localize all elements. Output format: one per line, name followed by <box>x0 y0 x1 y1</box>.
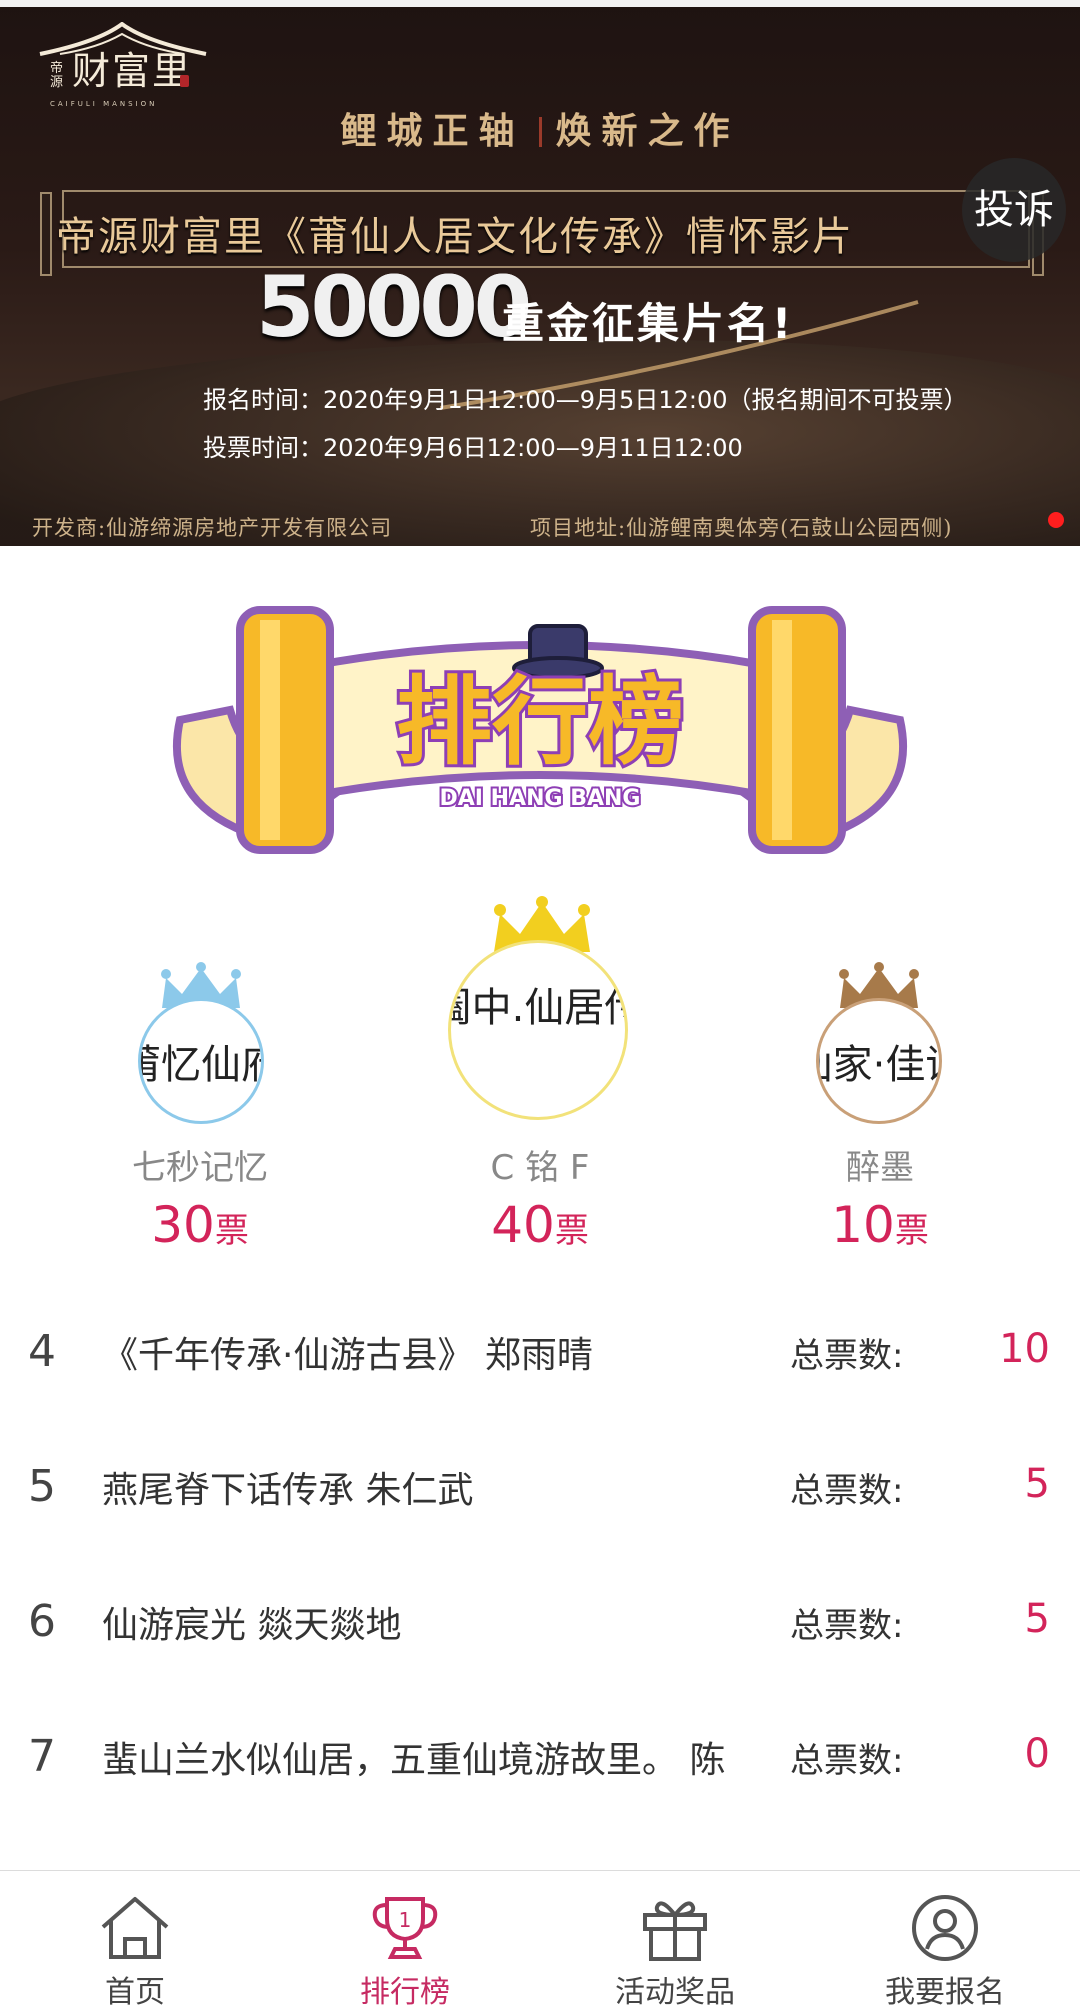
list-vote-count: 5 <box>1024 1461 1050 1507</box>
tab-ranking[interactable]: 1 排行榜 <box>270 1871 540 2009</box>
trophy-icon: 1 <box>372 1897 438 1959</box>
list-title: 《千年传承·仙游古县》 郑雨晴 <box>102 1335 593 1376</box>
list-item[interactable]: 6 仙游宸光 燚天燚地 总票数: 5 <box>0 1560 1080 1694</box>
complaint-button[interactable]: 投诉 <box>962 158 1066 262</box>
list-rank: 5 <box>28 1461 56 1512</box>
vote-time: 投票时间：2020年9月6日12:00—9月11日12:00 <box>203 434 743 462</box>
tab-signup-label: 我要报名 <box>885 1975 1005 2009</box>
signup-time: 报名时间：2020年9月1日12:00—9月5日12:00（报名期间不可投票） <box>203 386 968 414</box>
podium-votes-1: 40票 <box>491 1196 589 1254</box>
notification-dot <box>1048 512 1064 528</box>
prize-amount: 50000 <box>256 258 532 356</box>
slogan-left: 鲤城正轴 <box>340 110 525 152</box>
status-strip <box>0 0 1080 7</box>
tab-signup[interactable]: 我要报名 <box>810 1871 1080 2009</box>
list-vote-label: 总票数: <box>788 1598 904 1647</box>
address-text: 项目地址:仙游鲤南奥体旁(石鼓山公园西侧) <box>530 516 953 540</box>
list-title: 蜚山兰水似仙居，五重仙境游故里。 陈 <box>102 1740 726 1781</box>
tab-ranking-label: 排行榜 <box>360 1975 450 2009</box>
list-vote-count: 10 <box>999 1326 1050 1372</box>
tab-prizes-label: 活动奖品 <box>615 1975 735 2009</box>
svg-text:1: 1 <box>399 1908 412 1932</box>
ranking-banner-art: 排行榜 DAI HANG BANG <box>172 606 908 854</box>
tab-home[interactable]: 首页 <box>0 1871 270 2009</box>
list-title: 燕尾脊下话传承 朱仁武 <box>102 1470 474 1511</box>
list-vote-count: 0 <box>1024 1731 1050 1777</box>
podium-name-1: C 铭 F <box>490 1148 590 1188</box>
list-rank: 4 <box>28 1326 56 1377</box>
list-item[interactable]: 7 蜚山兰水似仙居，五重仙境游故里。 陈 总票数: 0 <box>0 1695 1080 1829</box>
slogan-right: 焕新之作 <box>555 110 740 152</box>
developer-text: 开发商:仙游缔源房地产开发有限公司 <box>32 516 393 540</box>
podium-name-3: 醉墨 <box>846 1148 914 1188</box>
list-vote-label: 总票数: <box>788 1328 904 1377</box>
prize-text: 重金征集片名! <box>502 299 795 348</box>
slogan-divider <box>538 117 542 147</box>
tab-home-label: 首页 <box>105 1975 165 2009</box>
logo-seal <box>180 75 189 87</box>
list-vote-label: 总票数: <box>788 1463 904 1512</box>
avatar-rank-3[interactable]: 仙家·佳话 <box>816 998 942 1124</box>
logo-text: 财富里 <box>72 49 193 93</box>
avatar-rank-2[interactable]: 莆忆仙府 <box>138 998 264 1124</box>
podium-votes-2: 30票 <box>151 1196 249 1254</box>
banner-title: 帝源财富里《莆仙人居文化传承》情怀影片 <box>56 214 854 260</box>
list-title: 仙游宸光 燚天燚地 <box>102 1605 402 1646</box>
list-vote-count: 5 <box>1024 1596 1050 1642</box>
event-banner: 帝源 财富里 CAIFULI MANSION 鲤城正轴 焕新之作 帝源财富里《莆仙… <box>0 0 1080 546</box>
list-rank: 6 <box>28 1596 56 1647</box>
logo-small-text: 帝源 <box>50 61 64 90</box>
gift-icon <box>643 1901 707 1961</box>
list-rank: 7 <box>28 1731 56 1782</box>
list-item[interactable]: 4 《千年传承·仙游古县》 郑雨晴 总票数: 10 <box>0 1290 1080 1424</box>
tab-prizes[interactable]: 活动奖品 <box>540 1871 810 2009</box>
ranking-art-title: 排行榜 <box>396 666 684 778</box>
bottom-tab-bar: 首页 1 排行榜 活动奖品 我要报名 <box>0 1870 1080 2009</box>
user-icon <box>912 1895 978 1961</box>
ranking-art-subtitle: DAI HANG BANG <box>440 786 641 811</box>
banner-slogan: 鲤城正轴 焕新之作 <box>0 102 1080 154</box>
podium-name-2: 七秒记忆 <box>132 1148 268 1188</box>
podium-votes-3: 10票 <box>831 1196 929 1254</box>
list-vote-label: 总票数: <box>788 1733 904 1782</box>
avatar-rank-1[interactable]: 阖中.仙居传 <box>448 940 628 1120</box>
home-icon <box>101 1897 169 1959</box>
list-item[interactable]: 5 燕尾脊下话传承 朱仁武 总票数: 5 <box>0 1425 1080 1559</box>
